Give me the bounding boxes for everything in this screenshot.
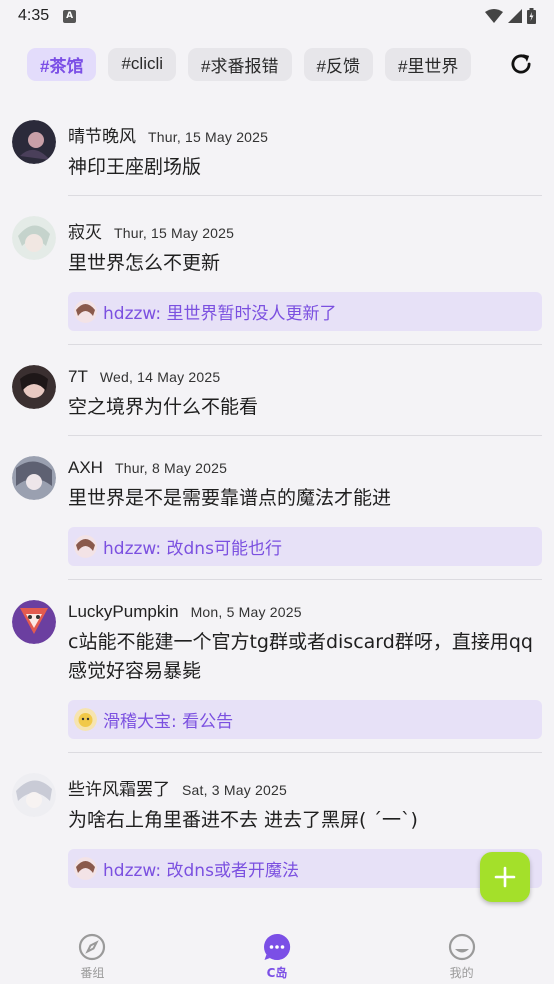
nav-label: 我的: [449, 966, 474, 980]
tab-clicli[interactable]: #clicli: [108, 47, 177, 81]
reply-avatar: [74, 535, 97, 558]
status-time: 4:35: [18, 7, 50, 24]
reply-preview[interactable]: 滑稽大宝: 看公告: [68, 700, 542, 739]
post-content: 空之境界为什么不能看: [68, 396, 259, 418]
post-author[interactable]: LuckyPumpkin: [68, 602, 179, 622]
notification-icon: A: [63, 9, 77, 23]
post-author[interactable]: AXH: [68, 458, 103, 478]
avatar[interactable]: [12, 216, 56, 260]
reply-avatar: [74, 300, 97, 323]
reply-text: hdzzw: 里世界暂时没人更新了: [103, 304, 337, 324]
post-author[interactable]: 寂灭: [68, 218, 102, 243]
status-bar: 4:35 A: [0, 0, 554, 32]
post-content: 为啥右上角里番进不去 进去了黑屏( ´一`): [68, 809, 418, 831]
avatar[interactable]: [12, 773, 56, 817]
post-item[interactable]: 晴节晚风 Thur, 15 May 2025 神印王座剧场版: [0, 100, 554, 196]
post-content: c站能不能建一个官方tg群或者discard群呀，直接用qq感觉好容易暴毙: [68, 631, 533, 682]
battery-icon: [527, 8, 536, 24]
tab-fankui[interactable]: #反馈: [303, 47, 373, 81]
reply-text: hdzzw: 改dns或者开魔法: [103, 861, 299, 881]
compass-icon: [79, 933, 106, 961]
post-date: Sat, 3 May 2025: [182, 782, 287, 798]
post-item[interactable]: 7T Wed, 14 May 2025 空之境界为什么不能看: [0, 345, 554, 436]
wifi-icon: [485, 9, 503, 23]
post-content: 里世界怎么不更新: [68, 252, 221, 274]
nav-item-cdao[interactable]: C岛: [185, 924, 370, 984]
avatar[interactable]: [12, 600, 56, 644]
reply-avatar: [74, 708, 97, 731]
post-author[interactable]: 7T: [68, 367, 88, 387]
post-date: Mon, 5 May 2025: [190, 604, 302, 620]
post-item[interactable]: LuckyPumpkin Mon, 5 May 2025 c站能不能建一个官方t…: [0, 580, 554, 753]
post-item[interactable]: 寂灭 Thur, 15 May 2025 里世界怎么不更新 hdzzw: 里世界…: [0, 196, 554, 345]
post-date: Thur, 8 May 2025: [114, 460, 228, 476]
nav-label: C岛: [266, 966, 288, 980]
nav-item-fanzu[interactable]: 番组: [0, 924, 185, 984]
reply-preview[interactable]: hdzzw: 里世界暂时没人更新了: [68, 292, 542, 331]
bottom-navigation: 番组 C岛 我的: [0, 924, 554, 984]
post-feed: 晴节晚风 Thur, 15 May 2025 神印王座剧场版 寂灭 Thur, …: [0, 100, 554, 888]
post-item[interactable]: AXH Thur, 8 May 2025 里世界是不是需要靠谱点的魔法才能进 h…: [0, 436, 554, 580]
refresh-icon[interactable]: [508, 51, 534, 77]
post-item[interactable]: 些许风霜罢了 Sat, 3 May 2025 为啥右上角里番进不去 进去了黑屏(…: [0, 753, 554, 888]
avatar[interactable]: [12, 456, 56, 500]
channel-tabs: #茶馆 #clicli #求番报错 #反馈 #里世界: [27, 47, 540, 81]
chat-bubble-icon: [264, 933, 291, 960]
nav-item-wode[interactable]: 我的: [369, 924, 554, 984]
tab-chaguan[interactable]: #茶馆: [27, 47, 97, 81]
post-content: 里世界是不是需要靠谱点的魔法才能进: [68, 487, 392, 509]
avatar[interactable]: [12, 365, 56, 409]
post-date: Thur, 15 May 2025: [114, 225, 235, 241]
avatar[interactable]: [12, 120, 56, 164]
reply-text: 滑稽大宝: 看公告: [103, 712, 234, 732]
tab-qiufan[interactable]: #求番报错: [188, 47, 292, 81]
plus-icon: [494, 866, 516, 888]
post-author[interactable]: 些许风霜罢了: [68, 775, 170, 800]
signal-icon: [508, 9, 522, 23]
nav-label: 番组: [80, 966, 105, 980]
post-author[interactable]: 晴节晚风: [68, 122, 136, 147]
face-icon: [448, 933, 475, 961]
reply-preview[interactable]: hdzzw: 改dns可能也行: [68, 527, 542, 566]
post-content: 神印王座剧场版: [68, 156, 202, 178]
new-post-button[interactable]: [480, 852, 530, 902]
post-date: Thur, 15 May 2025: [148, 129, 269, 145]
post-date: Wed, 14 May 2025: [99, 369, 221, 385]
tab-lishijie[interactable]: #里世界: [384, 47, 472, 81]
reply-text: hdzzw: 改dns可能也行: [103, 539, 282, 559]
reply-preview[interactable]: hdzzw: 改dns或者开魔法: [68, 849, 542, 888]
reply-avatar: [74, 857, 97, 880]
